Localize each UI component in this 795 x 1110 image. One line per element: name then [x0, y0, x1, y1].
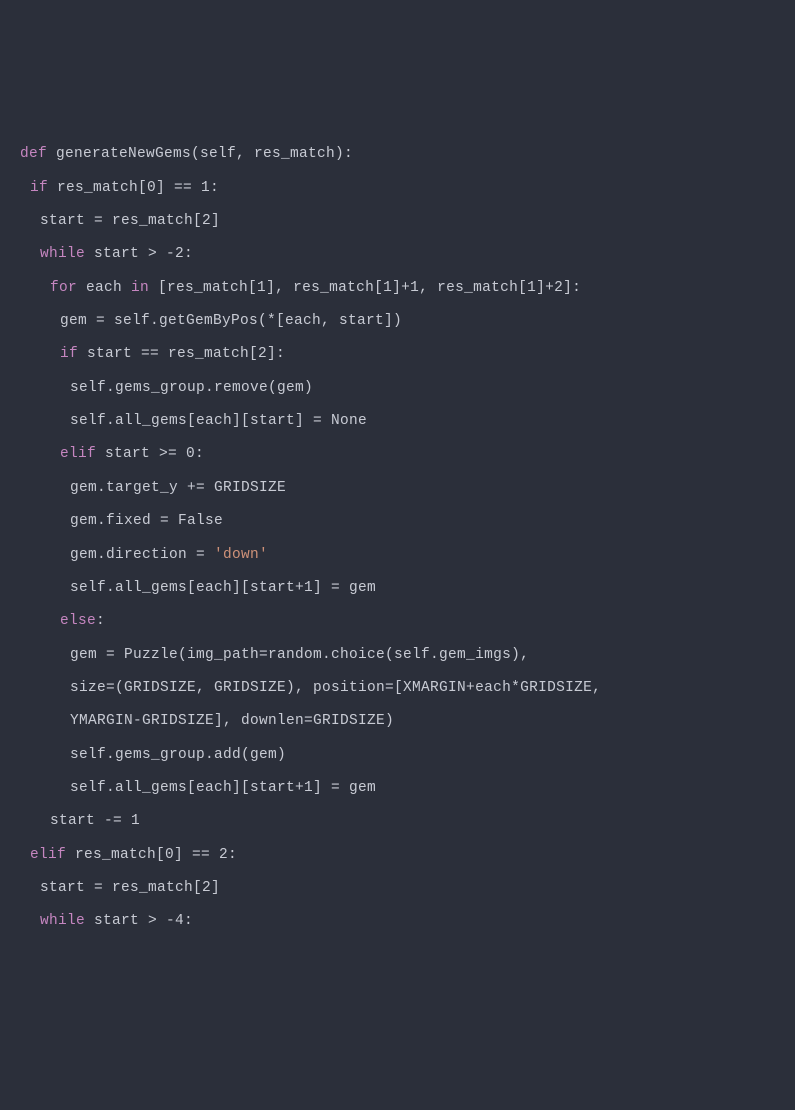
code-line: gem.direction = 'down' — [20, 539, 775, 572]
code-token: self.all_gems[each][start+1] = gem — [70, 580, 376, 596]
code-token: if — [30, 180, 57, 196]
code-token: while — [40, 246, 94, 262]
code-token: else — [60, 613, 96, 629]
code-line: size=(GRIDSIZE, GRIDSIZE), position=[XMA… — [20, 672, 775, 705]
code-token: gem.target_y += GRIDSIZE — [70, 480, 286, 496]
code-token: start = res_match[2] — [40, 880, 220, 896]
code-line: if start == res_match[2]: — [20, 338, 775, 371]
code-token: self.all_gems[each][start+1] = gem — [70, 780, 376, 796]
code-line: self.all_gems[each][start+1] = gem — [20, 572, 775, 605]
code-token: start -= 1 — [50, 813, 140, 829]
code-line: YMARGIN-GRIDSIZE], downlen=GRIDSIZE) — [20, 705, 775, 738]
code-line: def generateNewGems(self, res_match): — [20, 138, 775, 171]
code-token: for — [50, 280, 86, 296]
code-line: if res_match[0] == 1: — [20, 172, 775, 205]
code-token: gem.fixed = False — [70, 513, 223, 529]
code-token: elif — [60, 446, 105, 462]
code-line: self.gems_group.remove(gem) — [20, 372, 775, 405]
code-token: generateNewGems(self, res_match): — [56, 146, 353, 162]
code-token: YMARGIN-GRIDSIZE], downlen=GRIDSIZE) — [70, 713, 394, 729]
code-token: size=(GRIDSIZE, GRIDSIZE), position=[XMA… — [70, 680, 601, 696]
code-token: [res_match[1], res_match[1]+1, res_match… — [158, 280, 581, 296]
code-line: self.gems_group.add(gem) — [20, 739, 775, 772]
code-token: in — [131, 280, 158, 296]
code-token: start >= 0: — [105, 446, 204, 462]
code-line: gem.fixed = False — [20, 505, 775, 538]
code-token: self.gems_group.remove(gem) — [70, 380, 313, 396]
code-line: gem.target_y += GRIDSIZE — [20, 472, 775, 505]
code-token: start > -4: — [94, 913, 193, 929]
code-token: res_match[0] == 2: — [75, 847, 237, 863]
code-token: gem.direction = — [70, 547, 214, 563]
code-block: def generateNewGems(self, res_match):if … — [20, 138, 775, 938]
code-line: while start > -4: — [20, 905, 775, 938]
code-token: start = res_match[2] — [40, 213, 220, 229]
code-token: gem = Puzzle(img_path=random.choice(self… — [70, 647, 529, 663]
code-token: def — [20, 146, 56, 162]
code-line: gem = Puzzle(img_path=random.choice(self… — [20, 639, 775, 672]
code-token: if — [60, 346, 87, 362]
code-token: : — [96, 613, 105, 629]
code-token: start > -2: — [94, 246, 193, 262]
code-line: elif start >= 0: — [20, 438, 775, 471]
code-line: start -= 1 — [20, 805, 775, 838]
code-line: for each in [res_match[1], res_match[1]+… — [20, 272, 775, 305]
code-token: start == res_match[2]: — [87, 346, 285, 362]
code-line: start = res_match[2] — [20, 205, 775, 238]
code-token: self.gems_group.add(gem) — [70, 747, 286, 763]
code-token: 'down' — [214, 547, 268, 563]
code-line: gem = self.getGemByPos(*[each, start]) — [20, 305, 775, 338]
code-token: elif — [30, 847, 75, 863]
code-token: res_match[0] == 1: — [57, 180, 219, 196]
code-line: elif res_match[0] == 2: — [20, 839, 775, 872]
code-token: self.all_gems[each][start] = None — [70, 413, 367, 429]
code-line: while start > -2: — [20, 238, 775, 271]
code-line: else: — [20, 605, 775, 638]
code-token: each — [86, 280, 131, 296]
code-token: while — [40, 913, 94, 929]
code-token: gem = self.getGemByPos(*[each, start]) — [60, 313, 402, 329]
code-line: self.all_gems[each][start] = None — [20, 405, 775, 438]
code-line: self.all_gems[each][start+1] = gem — [20, 772, 775, 805]
code-line: start = res_match[2] — [20, 872, 775, 905]
